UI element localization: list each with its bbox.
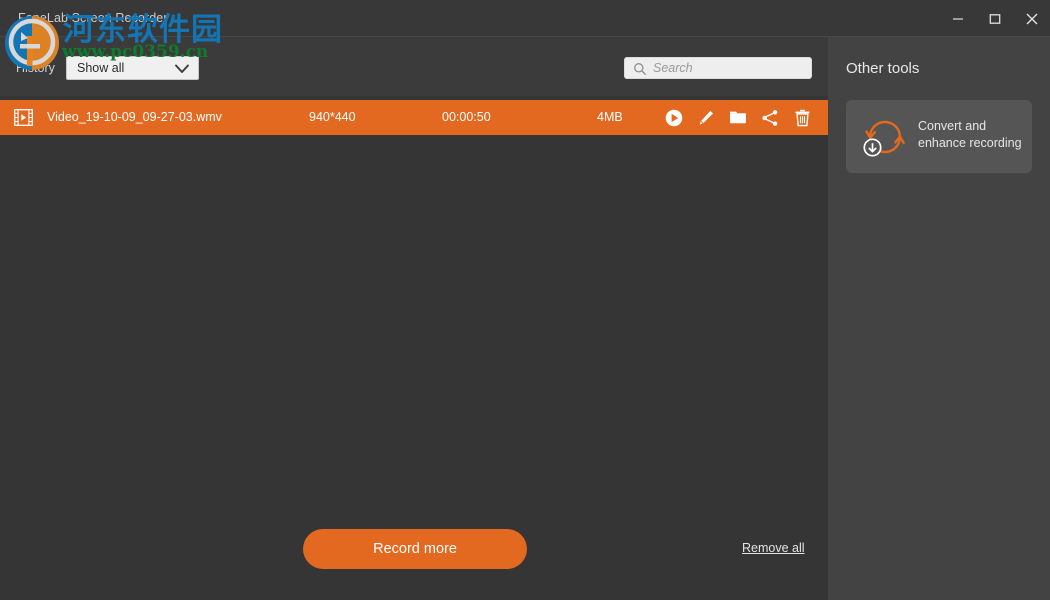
app-window: FoneLab Screen Recorder History (0, 0, 1050, 600)
titlebar: FoneLab Screen Recorder (0, 0, 1050, 37)
other-tools-panel: Other tools Convert and enhance recordin… (828, 37, 1050, 600)
history-label: History (16, 61, 55, 75)
maximize-button[interactable] (976, 0, 1013, 37)
folder-icon[interactable] (729, 109, 747, 127)
window-title: FoneLab Screen Recorder (18, 11, 168, 25)
window-controls (939, 0, 1050, 37)
panel-title: Other tools (846, 60, 919, 77)
row-size: 4MB (597, 110, 623, 124)
convert-refresh-download-icon (860, 112, 910, 167)
remove-all-link[interactable]: Remove all (742, 541, 805, 555)
search-icon (633, 62, 647, 81)
history-filter-value: Show all (77, 61, 124, 75)
share-icon[interactable] (761, 109, 779, 127)
trash-icon[interactable] (793, 109, 811, 127)
play-icon[interactable] (665, 109, 683, 127)
chevron-down-icon (174, 62, 190, 80)
minimize-button[interactable] (939, 0, 976, 37)
convert-enhance-card[interactable]: Convert and enhance recording (846, 100, 1032, 173)
minimize-icon (952, 13, 964, 25)
close-button[interactable] (1013, 0, 1050, 37)
row-filename: Video_19-10-09_09-27-03.wmv (47, 110, 222, 124)
table-row[interactable]: Video_19-10-09_09-27-03.wmv 940*440 00:0… (0, 100, 828, 135)
edit-pencil-icon[interactable] (697, 109, 715, 127)
row-duration: 00:00:50 (442, 110, 491, 124)
history-filter-select[interactable]: Show all (66, 56, 199, 80)
video-file-icon (14, 109, 33, 131)
convert-enhance-line1: Convert and (918, 119, 986, 133)
recording-list: Video_19-10-09_09-27-03.wmv 940*440 00:0… (0, 96, 828, 600)
row-actions (665, 100, 811, 135)
row-resolution: 940*440 (309, 110, 356, 124)
search-box[interactable] (624, 57, 812, 79)
convert-enhance-label: Convert and enhance recording (918, 118, 1026, 152)
record-more-button[interactable]: Record more (303, 529, 527, 569)
convert-enhance-line2: enhance recording (918, 136, 1022, 150)
maximize-icon (989, 13, 1001, 25)
search-input[interactable] (653, 58, 805, 78)
close-icon (1025, 12, 1039, 26)
